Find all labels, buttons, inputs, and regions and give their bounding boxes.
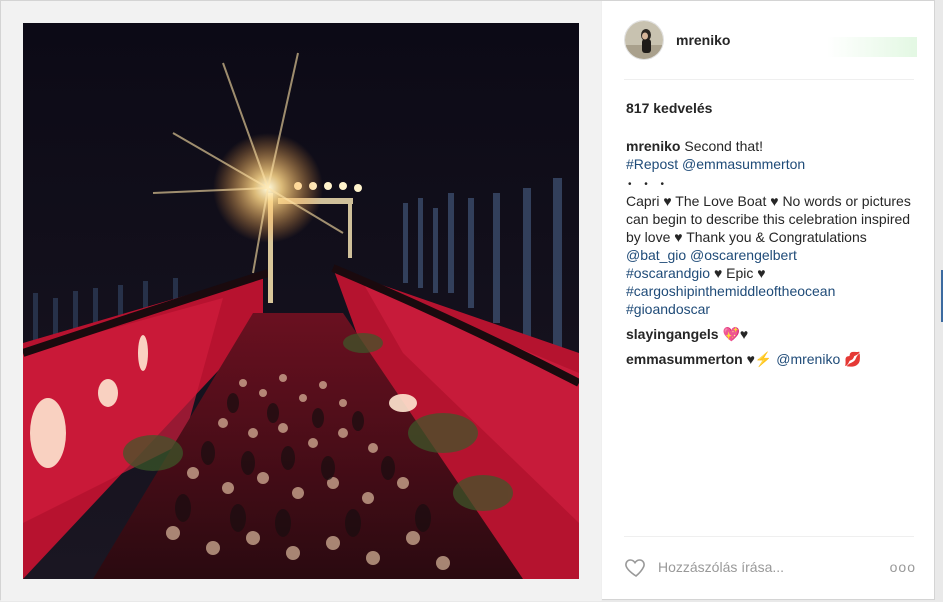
caption: mreniko Second that! #Repost @emmasummer… — [626, 137, 918, 318]
hashtag-oscarandgio[interactable]: #oscarandgio — [626, 265, 710, 281]
comment-text-suffix: 💋 — [844, 351, 862, 367]
heart-icon[interactable] — [624, 555, 648, 579]
post-header: mreniko — [624, 19, 914, 61]
comment-username[interactable]: emmasummerton — [626, 351, 743, 367]
repost-hashtag[interactable]: #Repost — [626, 156, 678, 172]
comment-list: mreniko Second that! #Repost @emmasummer… — [626, 137, 918, 375]
mention-bat-gio[interactable]: @bat_gio — [626, 247, 686, 263]
comment-text: 💖♥ — [722, 326, 749, 342]
comment-text-prefix: ♥⚡ — [746, 351, 773, 367]
repost-mention[interactable]: @emmasummerton — [682, 156, 805, 172]
more-options-icon[interactable]: ooo — [890, 559, 916, 575]
avatar-image — [625, 21, 663, 59]
hashtag-gioandoscar[interactable]: #gioandoscar — [626, 301, 710, 317]
hashtag-cargoship[interactable]: #cargoshipinthemiddleoftheocean — [626, 283, 835, 299]
caption-text-1: Capri ♥ The Love Boat ♥ No words or pict… — [626, 193, 911, 245]
comment-mention[interactable]: @mreniko — [776, 351, 840, 367]
post-photo[interactable] — [23, 23, 579, 579]
post-media — [1, 1, 601, 601]
mention-oscarengelbert[interactable]: @oscarengelbert — [690, 247, 797, 263]
comment-item: slayingangels 💖♥ — [626, 325, 918, 343]
avatar[interactable] — [624, 20, 664, 60]
post-modal: mreniko 817 kedvelés mreniko Second that… — [0, 0, 936, 601]
comment-username[interactable]: slayingangels — [626, 326, 719, 342]
post-details: mreniko 817 kedvelés mreniko Second that… — [601, 1, 936, 601]
add-comment-input[interactable]: Hozzászólás írása... — [658, 559, 890, 575]
add-comment-bar: Hozzászólás írása... ooo — [624, 553, 916, 581]
caption-dots: • • • — [628, 179, 670, 190]
caption-username[interactable]: mreniko — [626, 138, 680, 154]
like-count[interactable]: 817 kedvelés — [626, 100, 712, 116]
party-photo — [23, 23, 579, 579]
caption-line1: Second that! — [684, 138, 763, 154]
caption-text-2: ♥ Epic ♥ — [713, 265, 766, 281]
footer-divider — [624, 536, 914, 537]
header-divider — [624, 79, 914, 80]
post-username[interactable]: mreniko — [676, 32, 730, 48]
comment-item: emmasummerton ♥⚡ @mreniko 💋 — [626, 350, 918, 368]
